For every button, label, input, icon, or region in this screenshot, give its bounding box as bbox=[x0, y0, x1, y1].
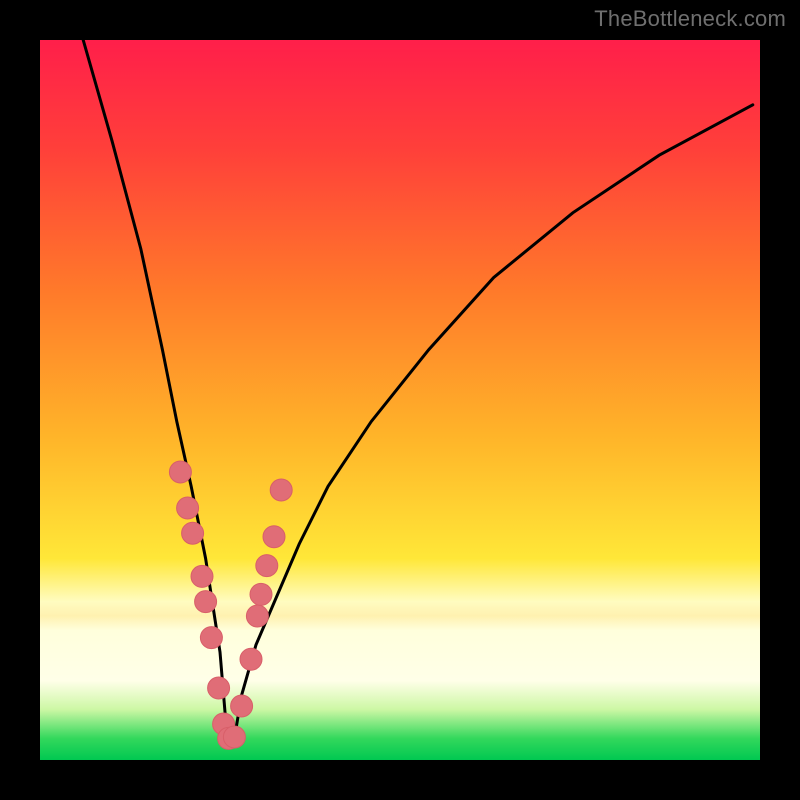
marker-dot bbox=[231, 695, 253, 717]
marker-dot bbox=[169, 461, 191, 483]
marker-dot bbox=[208, 677, 230, 699]
marker-dot bbox=[270, 479, 292, 501]
marker-dot bbox=[256, 555, 278, 577]
plot-area bbox=[40, 40, 760, 760]
marker-dot bbox=[250, 583, 272, 605]
marker-dot bbox=[263, 526, 285, 548]
marker-dot bbox=[223, 726, 245, 748]
marker-dot bbox=[246, 605, 268, 627]
marker-dot bbox=[177, 497, 199, 519]
marker-dot bbox=[200, 627, 222, 649]
marker-dot bbox=[182, 522, 204, 544]
curve-path bbox=[83, 40, 753, 738]
marker-dot bbox=[240, 648, 262, 670]
bottleneck-curve bbox=[40, 40, 760, 760]
marker-dot bbox=[195, 591, 217, 613]
marker-dot bbox=[191, 565, 213, 587]
watermark-label: TheBottleneck.com bbox=[594, 6, 786, 32]
chart-frame: TheBottleneck.com bbox=[0, 0, 800, 800]
